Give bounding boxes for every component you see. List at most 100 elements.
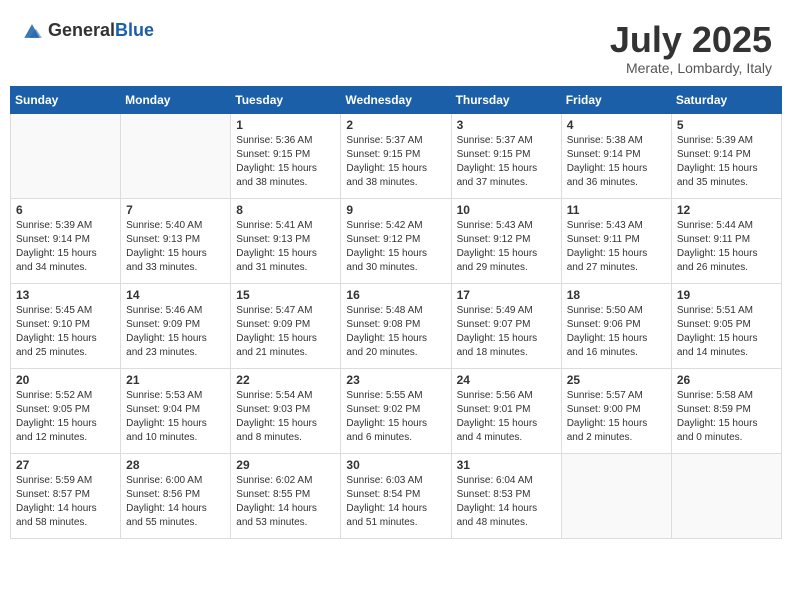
day-info: Sunrise: 5:40 AM Sunset: 9:13 PM Dayligh… — [126, 219, 225, 275]
day-info: Sunrise: 5:36 AM Sunset: 9:15 PM Dayligh… — [236, 134, 335, 190]
day-number: 17 — [457, 288, 556, 302]
day-info: Sunrise: 5:46 AM Sunset: 9:09 PM Dayligh… — [126, 304, 225, 360]
calendar-cell: 1 Sunrise: 5:36 AM Sunset: 9:15 PM Daylig… — [231, 113, 341, 198]
calendar-cell: 8 Sunrise: 5:41 AM Sunset: 9:13 PM Daylig… — [231, 198, 341, 283]
calendar-cell: 15 Sunrise: 5:47 AM Sunset: 9:09 PM Dayli… — [231, 283, 341, 368]
day-number: 20 — [16, 373, 115, 387]
weekday-wednesday: Wednesday — [341, 86, 451, 113]
calendar-cell: 7 Sunrise: 5:40 AM Sunset: 9:13 PM Daylig… — [121, 198, 231, 283]
day-info: Sunrise: 5:43 AM Sunset: 9:11 PM Dayligh… — [567, 219, 666, 275]
calendar-cell — [561, 453, 671, 538]
logo-icon — [20, 21, 44, 41]
calendar-cell: 23 Sunrise: 5:55 AM Sunset: 9:02 PM Dayli… — [341, 368, 451, 453]
day-number: 18 — [567, 288, 666, 302]
day-info: Sunrise: 5:45 AM Sunset: 9:10 PM Dayligh… — [16, 304, 115, 360]
day-number: 4 — [567, 118, 666, 132]
day-number: 8 — [236, 203, 335, 217]
day-info: Sunrise: 5:43 AM Sunset: 9:12 PM Dayligh… — [457, 219, 556, 275]
day-number: 22 — [236, 373, 335, 387]
week-row-4: 20 Sunrise: 5:52 AM Sunset: 9:05 PM Dayli… — [11, 368, 782, 453]
day-info: Sunrise: 5:54 AM Sunset: 9:03 PM Dayligh… — [236, 389, 335, 445]
day-number: 3 — [457, 118, 556, 132]
day-number: 29 — [236, 458, 335, 472]
day-number: 5 — [677, 118, 776, 132]
weekday-thursday: Thursday — [451, 86, 561, 113]
calendar-cell: 25 Sunrise: 5:57 AM Sunset: 9:00 PM Dayli… — [561, 368, 671, 453]
day-number: 26 — [677, 373, 776, 387]
calendar-cell: 2Sunrise: 5:37 AM Sunset: 9:15 PM Daylig… — [341, 113, 451, 198]
month-title: July 2025 — [610, 20, 772, 60]
weekday-monday: Monday — [121, 86, 231, 113]
logo-text: GeneralBlue — [48, 20, 154, 41]
calendar-cell: 19 Sunrise: 5:51 AM Sunset: 9:05 PM Dayli… — [671, 283, 781, 368]
day-number: 7 — [126, 203, 225, 217]
day-info: Sunrise: 5:50 AM Sunset: 9:06 PM Dayligh… — [567, 304, 666, 360]
day-info: Sunrise: 5:58 AM Sunset: 8:59 PM Dayligh… — [677, 389, 776, 445]
calendar-cell: 3 Sunrise: 5:37 AM Sunset: 9:15 PM Daylig… — [451, 113, 561, 198]
day-info: Sunrise: 5:47 AM Sunset: 9:09 PM Dayligh… — [236, 304, 335, 360]
day-info: Sunrise: 5:55 AM Sunset: 9:02 PM Dayligh… — [346, 389, 445, 445]
day-number: 9 — [346, 203, 445, 217]
calendar-cell: 26 Sunrise: 5:58 AM Sunset: 8:59 PM Dayli… — [671, 368, 781, 453]
day-number: 10 — [457, 203, 556, 217]
logo-blue: Blue — [115, 20, 154, 40]
calendar-cell: 29 Sunrise: 6:02 AM Sunset: 8:55 PM Dayli… — [231, 453, 341, 538]
calendar-cell — [121, 113, 231, 198]
calendar-cell: 13 Sunrise: 5:45 AM Sunset: 9:10 PM Dayli… — [11, 283, 121, 368]
calendar-cell: 10 Sunrise: 5:43 AM Sunset: 9:12 PM Dayli… — [451, 198, 561, 283]
day-number: 31 — [457, 458, 556, 472]
day-number: 23 — [346, 373, 445, 387]
calendar-cell: 21 Sunrise: 5:53 AM Sunset: 9:04 PM Dayli… — [121, 368, 231, 453]
day-number: 21 — [126, 373, 225, 387]
day-info: Sunrise: 6:04 AM Sunset: 8:53 PM Dayligh… — [457, 474, 556, 530]
day-number: 16 — [346, 288, 445, 302]
calendar-cell: 4Sunrise: 5:38 AM Sunset: 9:14 PM Daylig… — [561, 113, 671, 198]
calendar-cell: 22 Sunrise: 5:54 AM Sunset: 9:03 PM Dayli… — [231, 368, 341, 453]
day-info: Sunrise: 5:52 AM Sunset: 9:05 PM Dayligh… — [16, 389, 115, 445]
day-info: Sunrise: 6:02 AM Sunset: 8:55 PM Dayligh… — [236, 474, 335, 530]
location-title: Merate, Lombardy, Italy — [610, 60, 772, 76]
calendar-cell: 24Sunrise: 5:56 AM Sunset: 9:01 PM Dayli… — [451, 368, 561, 453]
day-info: Sunrise: 5:37 AM Sunset: 9:15 PM Dayligh… — [346, 134, 445, 190]
calendar-cell: 31 Sunrise: 6:04 AM Sunset: 8:53 PM Dayli… — [451, 453, 561, 538]
day-number: 19 — [677, 288, 776, 302]
day-number: 14 — [126, 288, 225, 302]
day-info: Sunrise: 5:49 AM Sunset: 9:07 PM Dayligh… — [457, 304, 556, 360]
day-info: Sunrise: 6:00 AM Sunset: 8:56 PM Dayligh… — [126, 474, 225, 530]
weekday-friday: Friday — [561, 86, 671, 113]
title-block: July 2025 Merate, Lombardy, Italy — [610, 20, 772, 76]
day-info: Sunrise: 5:39 AM Sunset: 9:14 PM Dayligh… — [677, 134, 776, 190]
calendar-cell: 12 Sunrise: 5:44 AM Sunset: 9:11 PM Dayli… — [671, 198, 781, 283]
day-info: Sunrise: 5:42 AM Sunset: 9:12 PM Dayligh… — [346, 219, 445, 275]
day-info: Sunrise: 5:57 AM Sunset: 9:00 PM Dayligh… — [567, 389, 666, 445]
day-number: 15 — [236, 288, 335, 302]
day-info: Sunrise: 5:44 AM Sunset: 9:11 PM Dayligh… — [677, 219, 776, 275]
day-info: Sunrise: 5:51 AM Sunset: 9:05 PM Dayligh… — [677, 304, 776, 360]
week-row-2: 6 Sunrise: 5:39 AM Sunset: 9:14 PM Daylig… — [11, 198, 782, 283]
week-row-3: 13 Sunrise: 5:45 AM Sunset: 9:10 PM Dayli… — [11, 283, 782, 368]
day-number: 30 — [346, 458, 445, 472]
calendar-cell: 27Sunrise: 5:59 AM Sunset: 8:57 PM Dayli… — [11, 453, 121, 538]
day-number: 25 — [567, 373, 666, 387]
weekday-tuesday: Tuesday — [231, 86, 341, 113]
day-number: 13 — [16, 288, 115, 302]
day-info: Sunrise: 5:39 AM Sunset: 9:14 PM Dayligh… — [16, 219, 115, 275]
calendar-cell: 5 Sunrise: 5:39 AM Sunset: 9:14 PM Daylig… — [671, 113, 781, 198]
day-number: 1 — [236, 118, 335, 132]
day-info: Sunrise: 5:41 AM Sunset: 9:13 PM Dayligh… — [236, 219, 335, 275]
calendar-cell: 20 Sunrise: 5:52 AM Sunset: 9:05 PM Dayli… — [11, 368, 121, 453]
calendar-cell: 14 Sunrise: 5:46 AM Sunset: 9:09 PM Dayli… — [121, 283, 231, 368]
calendar-cell — [671, 453, 781, 538]
page-header: GeneralBlue July 2025 Merate, Lombardy, … — [10, 10, 782, 81]
calendar-cell: 16Sunrise: 5:48 AM Sunset: 9:08 PM Dayli… — [341, 283, 451, 368]
day-number: 6 — [16, 203, 115, 217]
day-info: Sunrise: 5:37 AM Sunset: 9:15 PM Dayligh… — [457, 134, 556, 190]
week-row-1: 1 Sunrise: 5:36 AM Sunset: 9:15 PM Daylig… — [11, 113, 782, 198]
calendar-cell: 6 Sunrise: 5:39 AM Sunset: 9:14 PM Daylig… — [11, 198, 121, 283]
calendar-cell: 30Sunrise: 6:03 AM Sunset: 8:54 PM Dayli… — [341, 453, 451, 538]
day-info: Sunrise: 5:53 AM Sunset: 9:04 PM Dayligh… — [126, 389, 225, 445]
weekday-header-row: SundayMondayTuesdayWednesdayThursdayFrid… — [11, 86, 782, 113]
logo: GeneralBlue — [20, 20, 154, 41]
day-number: 12 — [677, 203, 776, 217]
day-number: 27 — [16, 458, 115, 472]
